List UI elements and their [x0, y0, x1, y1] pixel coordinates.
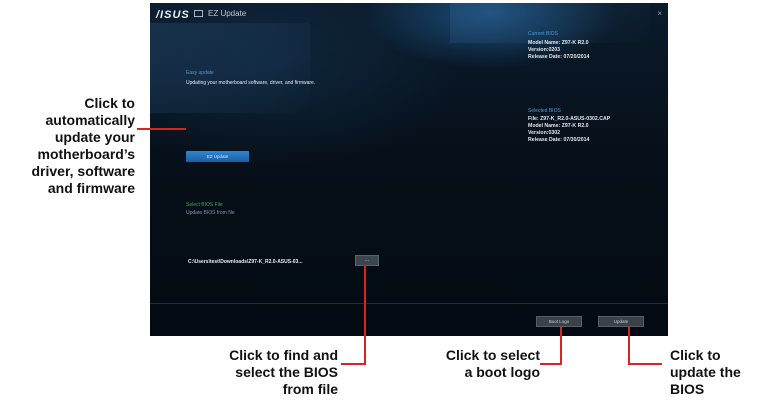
selected-file: File: Z97-K_R2.0-ASUS-0302.CAP — [528, 116, 611, 122]
callout-line: from file — [282, 381, 338, 397]
leader-line-boot-logo — [560, 327, 562, 365]
select-bios-description: Update BIOS from file — [186, 210, 235, 216]
callout-update-bios: Click to update the BIOS — [670, 347, 758, 398]
callout-boot-logo: Click to select a boot logo — [420, 347, 540, 381]
update-button[interactable]: Update — [598, 316, 644, 327]
leader-line-update — [628, 327, 630, 365]
callout-line: Click to find and — [229, 347, 338, 363]
current-release-date: Release Date: 07/20/2014 — [528, 54, 590, 60]
callout-ez-update: Click to automatically update your mothe… — [0, 95, 136, 197]
callout-line: update your — [54, 129, 135, 145]
browse-button[interactable]: ... — [355, 255, 379, 266]
leader-line-find-bios — [341, 363, 366, 365]
callout-line: select the BIOS — [235, 364, 338, 380]
leader-line-update — [628, 363, 662, 365]
ez-update-button[interactable]: EZ Update — [186, 151, 249, 162]
bios-file-path: C:\Users\test\Downloads\Z97-K_R2.0-ASUS-… — [188, 259, 303, 265]
selected-bios-info: File: Z97-K_R2.0-ASUS-0302.CAP Model Nam… — [528, 116, 610, 144]
callout-line: and firmware — [47, 180, 135, 196]
close-icon[interactable]: × — [657, 9, 662, 18]
ez-update-description: Updating your motherboard software, driv… — [186, 80, 316, 86]
current-bios-heading: Current BIOS — [528, 31, 559, 37]
selected-model: Model Name: Z97-K R2.0 — [528, 123, 589, 129]
ez-update-heading: Easy update — [186, 70, 214, 76]
footer-divider — [150, 303, 668, 304]
leader-line-find-bios — [364, 265, 366, 365]
callout-line: Click to select — [445, 347, 540, 363]
callout-line: Click to — [670, 347, 721, 363]
current-version: Version:0203 — [528, 47, 561, 53]
callout-find-bios: Click to find and select the BIOS from f… — [160, 347, 338, 398]
boot-logo-button[interactable]: Boot Logo — [536, 316, 582, 327]
asus-logo: /ISUS — [156, 9, 190, 21]
callout-line: motherboard’s — [37, 146, 136, 162]
title-bar: /ISUS EZ Update × — [150, 3, 668, 25]
current-bios-info: Model Name: Z97-K R2.0 Version:0203 Rele… — [528, 40, 589, 61]
callout-line: BIOS — [670, 381, 705, 397]
window-title: EZ Update — [208, 9, 247, 18]
background-decoration — [150, 23, 310, 113]
app-icon — [194, 10, 203, 17]
selected-bios-heading: Selected BIOS — [528, 108, 561, 114]
callout-line: update the — [670, 364, 741, 380]
callout-line: Click to — [84, 95, 135, 111]
callout-line: driver, software — [31, 163, 136, 179]
leader-line-ez-update — [137, 128, 186, 130]
callout-line: a boot logo — [464, 364, 540, 380]
leader-line-boot-logo — [540, 363, 562, 365]
ez-update-window: /ISUS EZ Update × Easy update Updating y… — [150, 3, 668, 336]
callout-line: automatically — [45, 112, 135, 128]
selected-version: Version:0302 — [528, 130, 561, 136]
selected-release-date: Release Date: 07/30/2014 — [528, 137, 590, 143]
current-model: Model Name: Z97-K R2.0 — [528, 40, 589, 46]
select-bios-heading: Select BIOS File — [186, 202, 223, 208]
